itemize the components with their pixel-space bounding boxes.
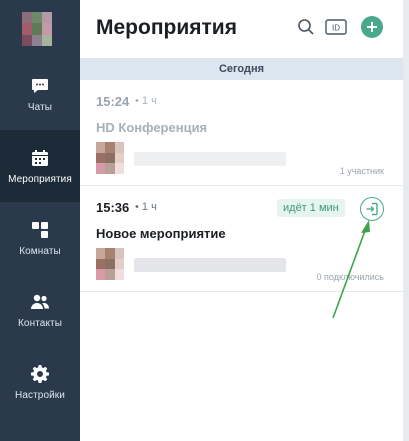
events-panel: Мероприятия ID Сегодня 15:24 • 1 ч HD Ко… <box>80 0 403 441</box>
search-icon[interactable] <box>297 18 315 36</box>
sidebar-item-chats[interactable]: Чаты <box>0 58 80 130</box>
event-title: Новое мероприятие <box>96 226 226 241</box>
sidebar-item-label: Контакты <box>18 317 62 329</box>
join-event-button[interactable] <box>360 197 384 221</box>
rooms-icon <box>32 221 48 238</box>
participants-count: 1 участник <box>339 166 384 176</box>
sidebar-item-label: Комнаты <box>19 245 61 257</box>
events-header: Мероприятия ID <box>80 0 403 58</box>
event-card[interactable]: 15:24 • 1 ч HD Конференция 1 участник <box>80 80 403 186</box>
svg-text:ID: ID <box>332 24 340 33</box>
page-title: Мероприятия <box>96 16 237 39</box>
enter-icon <box>366 202 378 216</box>
event-title: HD Конференция <box>96 120 208 135</box>
event-card[interactable]: 15:36 • 1 ч идёт 1 мин Новое мероприятие… <box>80 186 403 292</box>
sidebar-item-contacts[interactable]: Контакты <box>0 274 80 346</box>
date-separator: Сегодня <box>80 58 403 80</box>
participants-count: 0 подключились <box>316 272 384 282</box>
event-duration: • 1 ч <box>135 95 157 107</box>
sidebar-item-events[interactable]: Мероприятия <box>0 130 80 202</box>
contacts-icon <box>31 294 49 309</box>
sidebar: Чаты Мероприятия Комнаты Контакты Настро… <box>0 0 80 441</box>
participant-avatar <box>96 142 124 174</box>
sidebar-item-label: Настройки <box>15 389 65 401</box>
gear-icon <box>31 364 49 383</box>
status-badge: идёт 1 мин <box>277 199 345 217</box>
blurred-participant-name <box>134 258 286 272</box>
event-duration: • 1 ч <box>135 201 157 213</box>
user-avatar[interactable] <box>22 12 52 46</box>
sidebar-item-label: Мероприятия <box>8 173 72 185</box>
event-time: 15:24 <box>96 94 130 109</box>
sidebar-item-settings[interactable]: Настройки <box>0 346 80 418</box>
sidebar-item-rooms[interactable]: Комнаты <box>0 202 80 274</box>
chat-icon <box>32 78 48 93</box>
event-time: 15:36 <box>96 200 130 215</box>
calendar-icon <box>32 149 48 166</box>
add-event-button[interactable] <box>361 16 383 38</box>
sidebar-item-label: Чаты <box>27 101 53 113</box>
id-icon[interactable]: ID <box>325 18 347 36</box>
blurred-participant-name <box>134 152 286 166</box>
participant-avatar <box>96 248 124 280</box>
window-edge <box>403 0 409 441</box>
